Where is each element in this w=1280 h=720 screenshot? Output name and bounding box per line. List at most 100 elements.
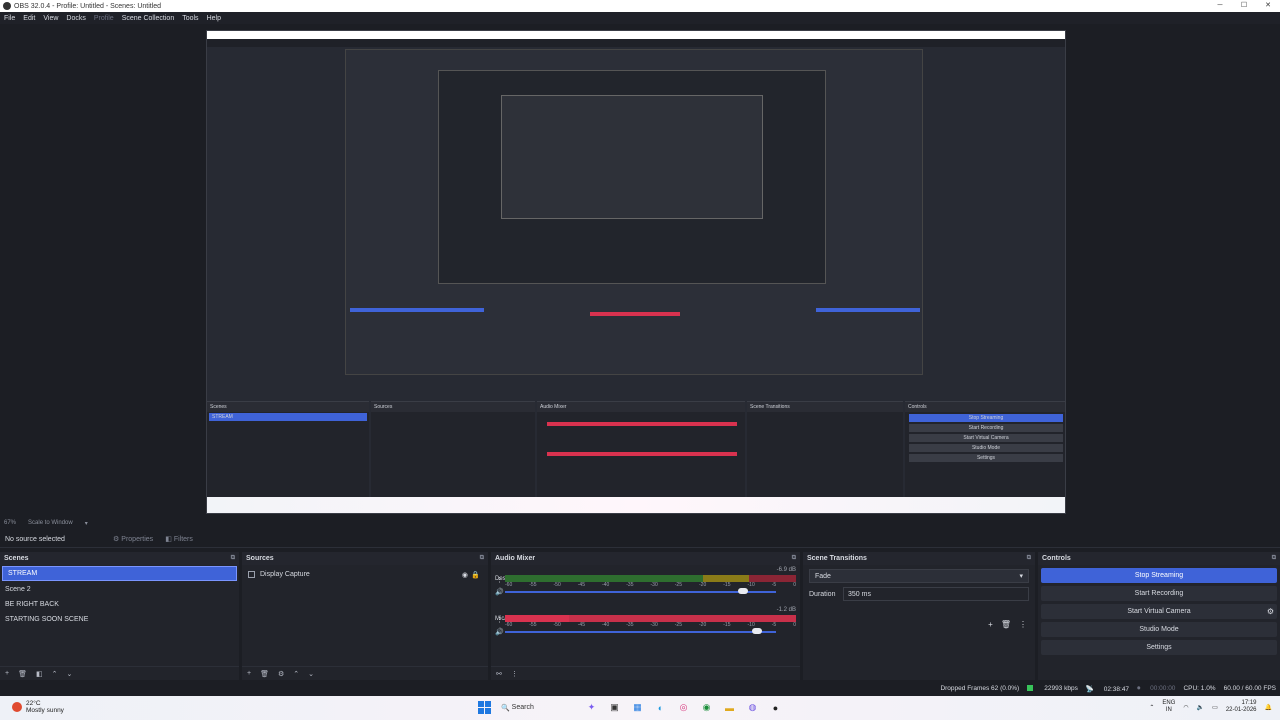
battery-icon[interactable]: ▭ [1212, 704, 1218, 711]
recursive-mixer-dock: Audio Mixer [537, 401, 745, 497]
taskbar-search[interactable]: 🔍 Search [497, 700, 577, 716]
scene-item-stream[interactable]: STREAM [2, 566, 237, 581]
menu-docks[interactable]: Docks [66, 15, 85, 22]
stream-time: 📡 02:38:47 [1085, 685, 1130, 693]
minimize-icon[interactable]: ─ [1208, 0, 1232, 12]
volume-meter [505, 615, 796, 622]
recursive-menubar [207, 39, 1065, 47]
weather-widget[interactable]: 22°C Mostly sunny [12, 700, 64, 714]
wifi-icon[interactable]: ◠ [1183, 704, 1188, 711]
add-icon[interactable]: + [5, 670, 9, 677]
gear-icon[interactable]: ⚙ [1267, 607, 1274, 616]
folder-icon[interactable]: ▬ [721, 699, 738, 716]
float-dock-icon[interactable]: ⧉ [231, 555, 235, 562]
volume-slider-handle[interactable] [752, 628, 763, 634]
volume-slider[interactable] [505, 631, 776, 633]
obs-taskbar-icon[interactable]: ● [767, 699, 784, 716]
move-up-icon[interactable]: ⌃ [52, 670, 58, 678]
chrome-icon[interactable]: ◉ [698, 699, 715, 716]
filter-icon[interactable]: ◧ [36, 670, 43, 678]
menu-scene-collection[interactable]: Scene Collection [122, 15, 175, 22]
scene-item-scene-2[interactable]: Scene 2 [0, 582, 239, 597]
chevron-down-icon[interactable]: ▾ [85, 520, 88, 527]
preview-canvas[interactable]: Scenes STREAM Sources Audio Mixer Scene … [206, 30, 1066, 514]
scenes-title: Scenes [4, 555, 29, 562]
docks-row: Scenes ⧉ STREAM Scene 2 BE RIGHT BACK ST… [0, 552, 1280, 680]
duration-input[interactable]: 350 ms [843, 587, 1029, 601]
menu-tools[interactable]: Tools [182, 15, 198, 22]
menu-file[interactable]: File [4, 15, 15, 22]
properties-button[interactable]: ⚙ Properties [113, 535, 153, 544]
start-virtual-camera-button[interactable]: Start Virtual Camera ⚙ [1041, 604, 1277, 619]
trash-icon[interactable]: 🗑 [18, 670, 27, 678]
chevron-up-icon[interactable]: ⌃ [1149, 704, 1154, 711]
gear-icon[interactable]: ⚙ [278, 670, 284, 678]
float-dock-icon[interactable]: ⧉ [1272, 555, 1276, 562]
kebab-icon[interactable]: ⋮ [511, 670, 518, 678]
scene-item-starting-soon[interactable]: STARTING SOON SCENE [0, 612, 239, 627]
meter-ticks: -60 -55 -50 -45 -40 -35 -30 -25 -20 -15 -10 -5 0 [505, 622, 796, 628]
recursive-controls-dock: Controls Stop Streaming Start Recording … [905, 401, 1065, 497]
stop-streaming-button[interactable]: Stop Streaming [1041, 568, 1277, 583]
channel-db: -6.9 dB [776, 567, 796, 573]
kebab-icon[interactable]: ⋮ [1019, 620, 1027, 629]
menu-profile[interactable]: Profile [94, 15, 114, 22]
menu-view[interactable]: View [43, 15, 58, 22]
dropped-frames: Dropped Frames 62 (0.0%) [940, 685, 1020, 692]
window-title: OBS 32.0.4 - Profile: Untitled - Scenes:… [14, 2, 162, 10]
kebab-icon[interactable]: ⋮ [496, 576, 503, 584]
recursive-transitions-dock: Scene Transitions [747, 401, 903, 497]
add-icon[interactable]: + [247, 670, 251, 677]
browser-icon[interactable]: ◍ [744, 699, 761, 716]
recursive-preview-level2 [438, 70, 826, 284]
volume-meter [505, 575, 796, 582]
add-icon[interactable]: + [988, 620, 993, 629]
instagram-icon[interactable]: ◎ [675, 699, 692, 716]
preview-area[interactable]: Scenes STREAM Sources Audio Mixer Scene … [0, 24, 1280, 518]
move-down-icon[interactable]: ⌄ [308, 670, 314, 678]
scale-mode-select[interactable]: Scale to Window [28, 520, 73, 526]
transition-select[interactable]: Fade ▾ [809, 569, 1029, 583]
float-dock-icon[interactable]: ⧉ [480, 555, 484, 562]
kebab-icon[interactable]: ⋮ [496, 616, 503, 624]
edge-icon[interactable]: ◐ [652, 699, 669, 716]
volume-slider[interactable] [505, 591, 776, 593]
eye-icon[interactable]: ◉ [462, 571, 468, 579]
speaker-icon[interactable]: 🔊 [495, 588, 504, 596]
scenes-list: STREAM Scene 2 BE RIGHT BACK STARTING SO… [0, 565, 239, 666]
maximize-icon[interactable]: ☐ [1232, 0, 1256, 12]
speaker-icon[interactable]: 🔊 [495, 628, 504, 636]
menu-help[interactable]: Help [207, 15, 221, 22]
lang-indicator[interactable]: ENG IN [1162, 700, 1175, 714]
copilot-icon[interactable]: ✦ [583, 699, 600, 716]
float-dock-icon[interactable]: ⧉ [1027, 555, 1031, 562]
mixer-channel-desktop: Desktop Audio -6.9 dB ⋮ -60-55-50-45-40-… [491, 565, 800, 605]
recursive-scenes-dock: Scenes STREAM [207, 401, 369, 497]
lock-icon[interactable]: 🔒 [471, 571, 480, 579]
link-icon[interactable]: ⚯ [496, 670, 502, 678]
menu-edit[interactable]: Edit [23, 15, 35, 22]
trash-icon[interactable]: 🗑 [260, 670, 269, 678]
recursive-meter [590, 312, 680, 316]
zoom-level[interactable]: 67% [4, 520, 16, 526]
scene-item-be-right-back[interactable]: BE RIGHT BACK [0, 597, 239, 612]
start-recording-button[interactable]: Start Recording [1041, 586, 1277, 601]
windows-start-icon[interactable] [478, 701, 491, 714]
sources-title: Sources [246, 555, 274, 562]
settings-button[interactable]: Settings [1041, 640, 1277, 655]
file-explorer-icon[interactable]: ▦ [629, 699, 646, 716]
close-icon[interactable]: ✕ [1256, 0, 1280, 12]
task-view-icon[interactable]: ▣ [606, 699, 623, 716]
studio-mode-button[interactable]: Studio Mode [1041, 622, 1277, 637]
float-dock-icon[interactable]: ⧉ [792, 555, 796, 562]
clock[interactable]: 17:19 22-01-2026 [1226, 700, 1257, 714]
move-up-icon[interactable]: ⌃ [293, 670, 299, 678]
notification-icon[interactable]: 🔔 [1265, 704, 1272, 711]
trash-icon[interactable]: 🗑 [1001, 620, 1011, 629]
speaker-icon[interactable]: 🔈 [1197, 704, 1204, 711]
source-item[interactable]: Display Capture ◉ 🔒 [242, 567, 488, 582]
filters-button[interactable]: ◧ Filters [165, 535, 193, 544]
volume-slider-handle[interactable] [738, 588, 749, 594]
connection-status-icon [1027, 685, 1034, 692]
move-down-icon[interactable]: ⌄ [66, 670, 72, 678]
